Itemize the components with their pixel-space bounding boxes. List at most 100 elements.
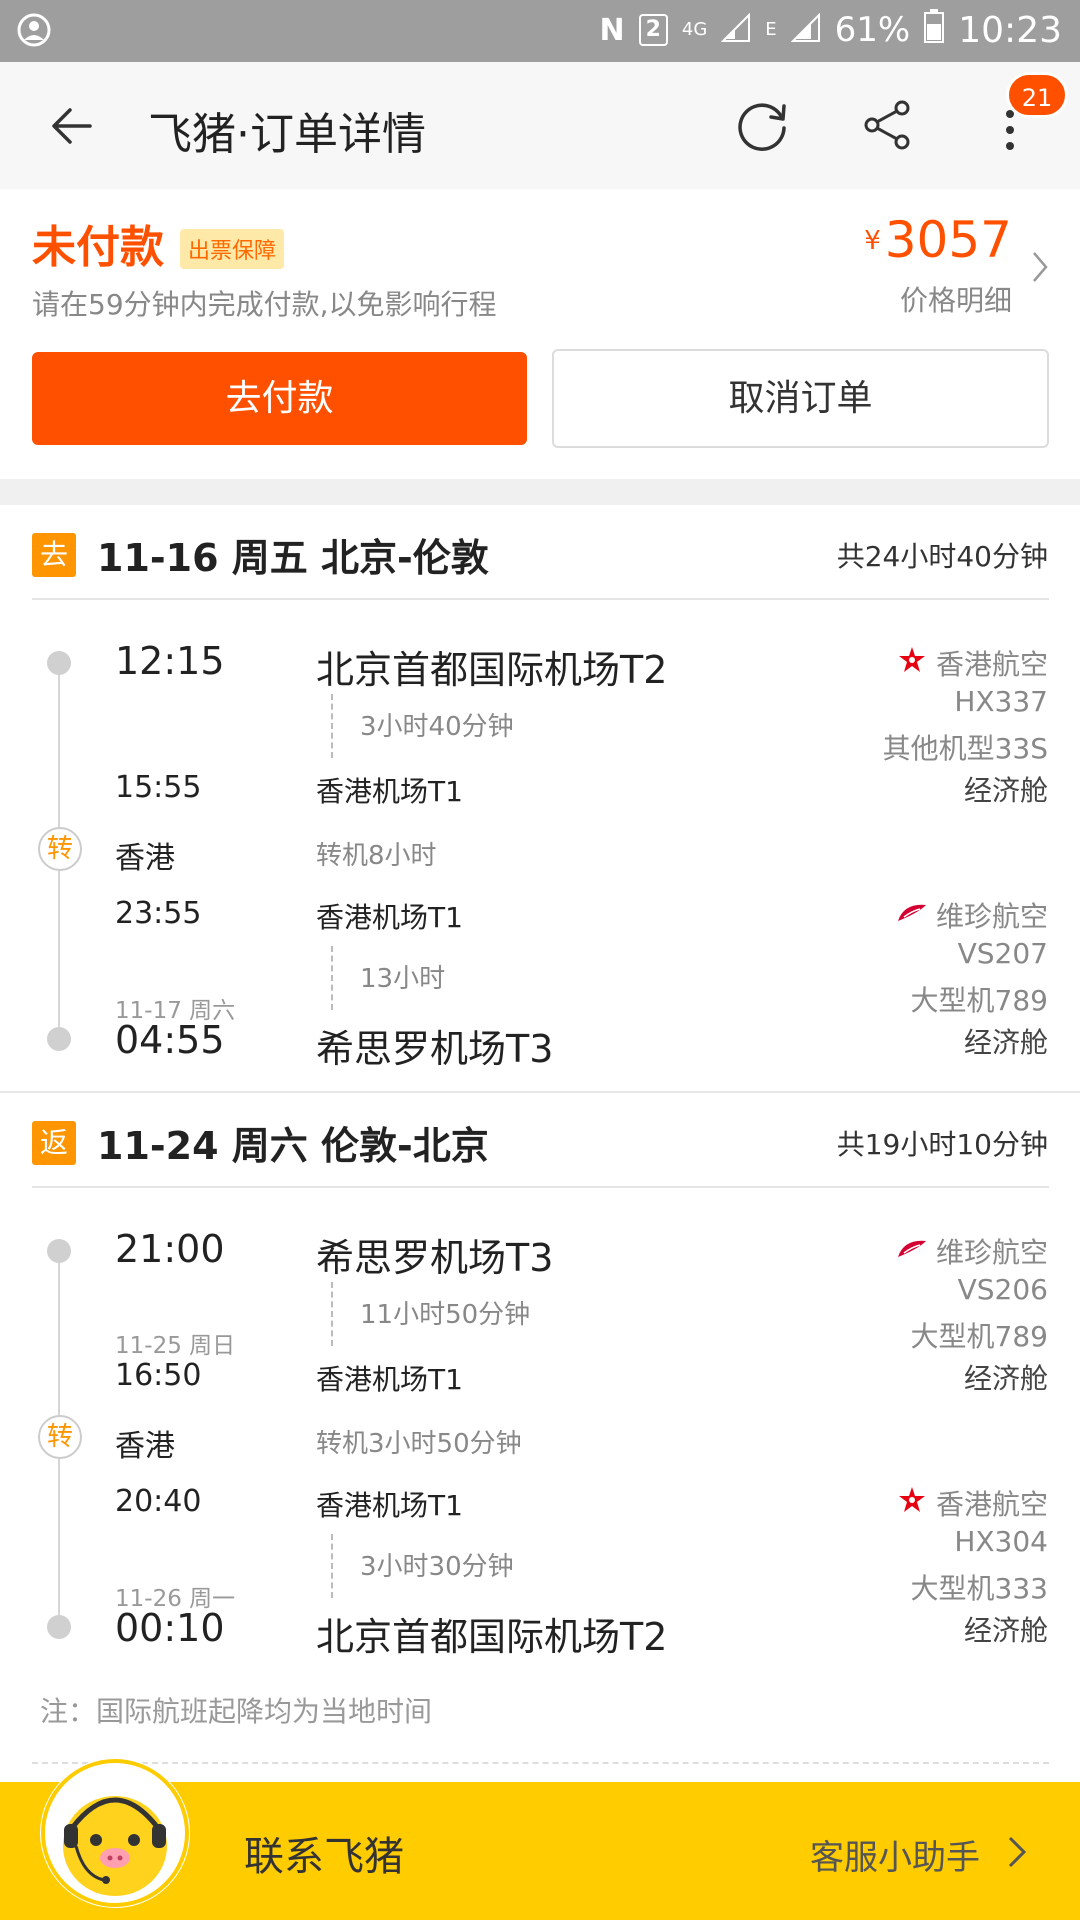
arrival-date: 11-25 周日 bbox=[115, 1333, 236, 1359]
departure-time: 23:55 bbox=[115, 896, 202, 931]
account-icon bbox=[16, 12, 52, 52]
outbound-tag: 去 bbox=[32, 533, 76, 577]
divider bbox=[32, 598, 1049, 600]
share-icon[interactable] bbox=[860, 98, 914, 156]
flight-duration: 3小时40分钟 bbox=[360, 712, 514, 742]
customer-service-link[interactable]: 客服小助手 bbox=[810, 1830, 980, 1879]
outbound-route: 11-16 周五 北京-伦敦 bbox=[97, 536, 489, 580]
airline: 维珍航空 bbox=[896, 895, 1048, 935]
arrival-time: 15:55 bbox=[115, 770, 202, 805]
back-arrow-icon[interactable] bbox=[48, 102, 96, 154]
departure-time: 21:00 bbox=[115, 1227, 225, 1271]
arrival-airport: 希思罗机场T3 bbox=[316, 1027, 554, 1071]
flight-duration-line bbox=[331, 1282, 333, 1346]
order-status: 未付款 bbox=[32, 222, 164, 273]
timeline-dot bbox=[47, 1027, 71, 1051]
cancel-order-button[interactable]: 取消订单 bbox=[552, 349, 1049, 448]
transfer-marker: 转 bbox=[38, 827, 82, 871]
aircraft-type: 大型机789 bbox=[910, 984, 1048, 1017]
divider bbox=[32, 1186, 1049, 1188]
mascot-avatar-icon bbox=[40, 1758, 190, 1908]
departure-airport: 香港机场T1 bbox=[316, 1489, 463, 1522]
arrival-time: 04:55 bbox=[115, 1018, 225, 1062]
virgin-atlantic-logo-icon bbox=[896, 899, 928, 932]
pay-button[interactable]: 去付款 bbox=[32, 352, 527, 445]
airline: 香港航空 bbox=[896, 1483, 1048, 1523]
flight-duration: 3小时30分钟 bbox=[360, 1552, 514, 1582]
flight-number: HX304 bbox=[954, 1525, 1048, 1558]
nfc-icon: N bbox=[599, 12, 625, 48]
departure-airport: 香港机场T1 bbox=[316, 901, 463, 934]
outbound-header: 去 11-16 周五 北京-伦敦 共24小时40分钟 bbox=[0, 505, 1080, 601]
refresh-icon[interactable] bbox=[734, 96, 792, 158]
flight-duration: 13小时 bbox=[360, 964, 446, 994]
price-amount: 3057 bbox=[884, 211, 1012, 269]
chevron-right-icon[interactable] bbox=[1006, 1834, 1028, 1874]
page-title: 飞猪·订单详情 bbox=[148, 109, 426, 160]
notification-badge: 21 bbox=[1006, 72, 1068, 118]
battery-icon bbox=[924, 8, 945, 52]
airline-name: 维珍航空 bbox=[935, 900, 1048, 933]
payment-hint: 请在59分钟内完成付款,以免影响行程 bbox=[32, 288, 497, 321]
transfer-marker: 转 bbox=[38, 1415, 82, 1459]
arrival-time: 00:10 bbox=[115, 1606, 225, 1650]
guarantee-tag: 出票保障 bbox=[180, 229, 285, 269]
arrival-airport: 香港机场T1 bbox=[316, 775, 463, 808]
hong-kong-airlines-logo-icon bbox=[896, 644, 928, 683]
clock: 10:23 bbox=[958, 9, 1062, 51]
chevron-right-icon[interactable] bbox=[1030, 249, 1050, 289]
outbound-total-duration: 共24小时40分钟 bbox=[836, 540, 1048, 573]
transfer-duration: 转机8小时 bbox=[316, 841, 437, 871]
network-type: 4G bbox=[681, 19, 708, 40]
local-time-note: 注：国际航班起降均为当地时间 bbox=[40, 1695, 433, 1728]
section-divider bbox=[0, 479, 1080, 505]
order-summary: 未付款 出票保障 请在59分钟内完成付款,以免影响行程 ¥3057 价格明细 去… bbox=[0, 189, 1080, 479]
network-type-2: E bbox=[765, 19, 777, 40]
divider bbox=[32, 1762, 1049, 1764]
cabin-class: 经济舱 bbox=[963, 1614, 1048, 1647]
battery-level: 61% bbox=[834, 10, 911, 50]
price[interactable]: ¥3057 bbox=[864, 211, 1012, 269]
airline: 维珍航空 bbox=[896, 1231, 1048, 1271]
departure-time: 12:15 bbox=[115, 639, 225, 683]
aircraft-type: 大型机333 bbox=[910, 1572, 1048, 1605]
transfer-city: 香港 bbox=[115, 1429, 175, 1464]
sim-slot-indicator: 2 bbox=[638, 14, 668, 46]
return-header: 返 11-24 周六 伦敦-北京 共19小时10分钟 bbox=[0, 1093, 1080, 1189]
virgin-atlantic-logo-icon bbox=[896, 1235, 928, 1268]
arrival-time: 16:50 bbox=[115, 1358, 202, 1393]
timeline-dot bbox=[47, 1615, 71, 1639]
price-detail-link[interactable]: 价格明细 bbox=[900, 279, 1012, 319]
timeline-dot bbox=[47, 651, 71, 675]
flight-duration-line bbox=[331, 946, 333, 1010]
signal-icon bbox=[720, 8, 751, 52]
contact-bar[interactable]: 联系飞猪 客服小助手 bbox=[0, 1758, 1080, 1920]
cabin-class: 经济舱 bbox=[963, 774, 1048, 807]
flight-duration-line bbox=[331, 1534, 333, 1598]
signal-icon-2 bbox=[790, 8, 821, 52]
flight-duration-line bbox=[331, 694, 333, 758]
flight-number: HX337 bbox=[954, 685, 1048, 718]
flight-number: VS206 bbox=[957, 1273, 1048, 1306]
departure-time: 20:40 bbox=[115, 1484, 202, 1519]
airline: 香港航空 bbox=[896, 643, 1048, 683]
timeline-dot bbox=[47, 1239, 71, 1263]
cabin-class: 经济舱 bbox=[963, 1026, 1048, 1059]
return-route: 11-24 周六 伦敦-北京 bbox=[97, 1124, 489, 1168]
departure-airport: 希思罗机场T3 bbox=[316, 1236, 554, 1280]
flight-number: VS207 bbox=[957, 937, 1048, 970]
status-bar: N 2 4G E 61% 10:23 bbox=[0, 0, 1080, 62]
hong-kong-airlines-logo-icon bbox=[896, 1484, 928, 1523]
return-total-duration: 共19小时10分钟 bbox=[836, 1128, 1048, 1161]
currency-symbol: ¥ bbox=[864, 226, 881, 256]
contact-title: 联系飞猪 bbox=[244, 1834, 404, 1880]
return-tag: 返 bbox=[32, 1121, 76, 1165]
transfer-duration: 转机3小时50分钟 bbox=[316, 1429, 522, 1459]
aircraft-type: 大型机789 bbox=[910, 1320, 1048, 1353]
cabin-class: 经济舱 bbox=[963, 1362, 1048, 1395]
flight-duration: 11小时50分钟 bbox=[360, 1300, 531, 1330]
airline-name: 维珍航空 bbox=[935, 1236, 1048, 1269]
departure-airport: 北京首都国际机场T2 bbox=[316, 648, 668, 692]
navbar: 飞猪·订单详情 21 bbox=[0, 62, 1080, 189]
arrival-airport: 香港机场T1 bbox=[316, 1363, 463, 1396]
